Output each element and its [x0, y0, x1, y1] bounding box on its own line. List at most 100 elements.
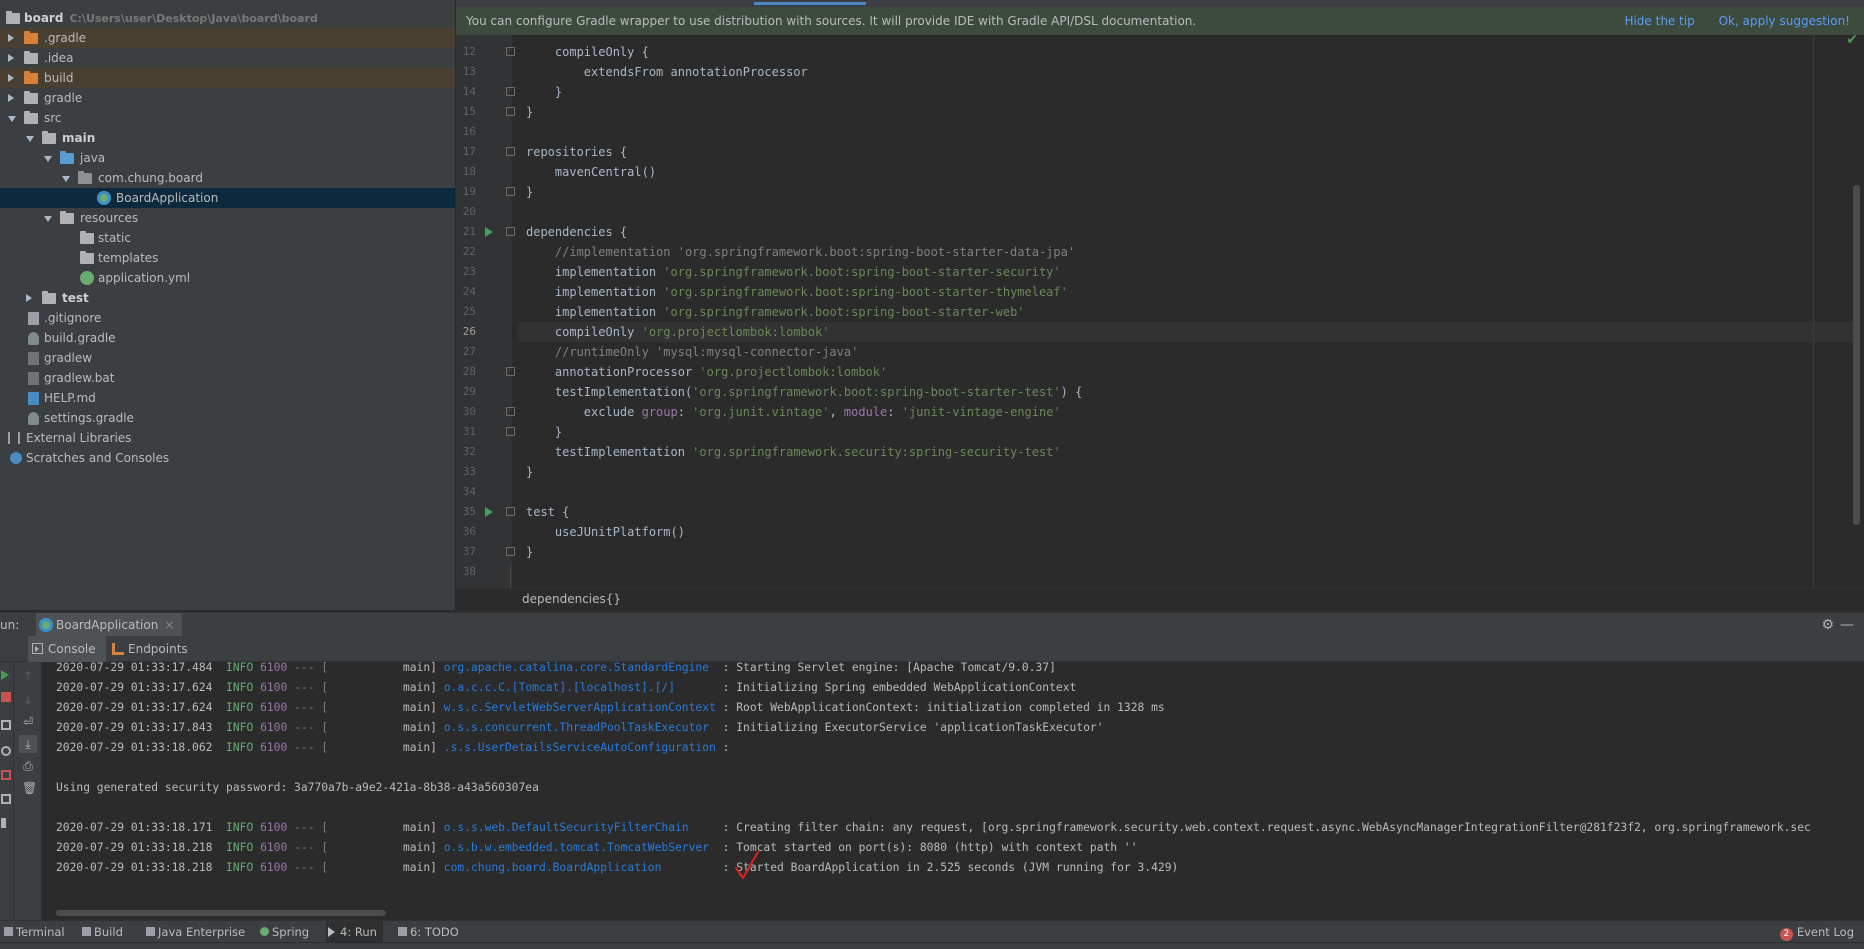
restore-layout-icon[interactable] — [1, 746, 11, 756]
tab-console[interactable]: Console — [28, 636, 106, 662]
terminal-button[interactable]: Terminal — [2, 921, 65, 943]
tree-item-settings-gradle[interactable]: settings.gradle — [0, 408, 455, 428]
collapse-arrow-icon[interactable] — [8, 116, 16, 122]
run-config-tab[interactable]: BoardApplication × — [36, 613, 183, 637]
trash-icon[interactable]: 🗑 — [22, 782, 37, 794]
tree-item-idea[interactable]: .idea — [0, 48, 455, 68]
console-output[interactable]: 2020-07-29 01:33:17.484 INFO 6100 --- [ … — [42, 662, 1864, 912]
code-line: dependencies { — [526, 225, 628, 239]
folder-icon — [24, 51, 38, 64]
tree-item-java[interactable]: java — [0, 148, 455, 168]
fold-icon[interactable] — [506, 147, 515, 156]
tab-console-label: Console — [48, 642, 96, 656]
tree-item-gradle-dir[interactable]: .gradle — [0, 28, 455, 48]
expand-arrow-icon[interactable] — [8, 94, 14, 102]
camera-icon[interactable] — [1, 720, 11, 730]
arrow-down-icon[interactable]: ↓ — [22, 694, 34, 706]
active-tab-indicator[interactable] — [754, 2, 866, 5]
apply-suggestion-link[interactable]: Ok, apply suggestion! — [1719, 14, 1850, 28]
tree-item-gradlew[interactable]: gradlew — [0, 348, 455, 368]
todo-icon — [398, 927, 407, 936]
stop-icon[interactable] — [1, 692, 11, 702]
collapse-arrow-icon[interactable] — [44, 156, 52, 162]
tree-root[interactable]: board C:\Users\user\Desktop\Java\board\bo… — [0, 8, 455, 28]
scroll-to-end-icon[interactable]: ⤓ — [19, 735, 37, 753]
console-horizontal-scrollbar[interactable] — [56, 910, 386, 916]
line-number: 25 — [462, 305, 476, 318]
log-line: 2020-07-29 01:33:17.624 INFO 6100 --- [ … — [56, 681, 1077, 694]
spring-boot-class-icon — [97, 191, 111, 205]
tree-item-templates[interactable]: templates — [0, 248, 455, 268]
tab-endpoints[interactable]: Endpoints — [108, 636, 188, 662]
tree-item-scratches[interactable]: Scratches and Consoles — [0, 448, 455, 468]
tree-item-label: settings.gradle — [44, 411, 134, 425]
run-left-toolbar — [0, 662, 14, 920]
run-button[interactable]: 4: Run — [326, 921, 383, 943]
minimize-icon[interactable]: — — [1840, 613, 1854, 637]
collapse-arrow-icon[interactable] — [62, 176, 70, 182]
expand-arrow-icon[interactable] — [8, 34, 14, 42]
hide-tip-link[interactable]: Hide the tip — [1624, 14, 1694, 28]
run-gutter-icon[interactable] — [485, 507, 493, 517]
tree-item-package[interactable]: com.chung.board — [0, 168, 455, 188]
tree-item-test[interactable]: test — [0, 288, 455, 308]
code-line: implementation 'org.springframework.boot… — [526, 305, 1025, 319]
fold-icon[interactable] — [506, 187, 515, 196]
tree-item-static[interactable]: static — [0, 228, 455, 248]
tree-item-src[interactable]: src — [0, 108, 455, 128]
tree-item-label: application.yml — [98, 271, 191, 285]
right-margin-guide — [1813, 35, 1814, 590]
run-gutter-icon[interactable] — [485, 227, 493, 237]
tree-item-external-libraries[interactable]: External Libraries — [0, 428, 455, 448]
expand-arrow-icon[interactable] — [8, 54, 14, 62]
collapse-arrow-icon[interactable] — [26, 136, 34, 142]
tree-item-application-yml[interactable]: application.yml — [0, 268, 455, 288]
gear-icon[interactable]: ⚙ — [1821, 613, 1834, 637]
arrow-up-icon[interactable]: ↑ — [22, 670, 34, 682]
stop-all-icon[interactable] — [1, 770, 11, 780]
tree-item-boardapplication[interactable]: BoardApplication — [0, 188, 455, 208]
gradle-file-icon — [28, 412, 39, 425]
tree-item-help-md[interactable]: HELP.md — [0, 388, 455, 408]
collapse-arrow-icon[interactable] — [44, 216, 52, 222]
line-number: 18 — [462, 165, 476, 178]
layout-icon[interactable] — [1, 794, 11, 804]
code-line: implementation 'org.springframework.boot… — [526, 265, 1061, 279]
run-subtabs: Console Endpoints — [0, 636, 1864, 662]
print-icon[interactable]: ⎙ — [22, 760, 34, 772]
build-button[interactable]: Build — [80, 921, 123, 943]
tree-item-label: build.gradle — [44, 331, 116, 345]
editor-scrollbar[interactable] — [1853, 185, 1860, 525]
run-config-label: BoardApplication — [56, 618, 159, 632]
tree-item-gitignore[interactable]: .gitignore — [0, 308, 455, 328]
tree-item-resources[interactable]: resources — [0, 208, 455, 228]
tab-endpoints-label: Endpoints — [128, 642, 188, 656]
tree-item-main[interactable]: main — [0, 128, 455, 148]
event-log-button[interactable]: 2 Event Log — [1779, 921, 1854, 943]
run-icon — [328, 927, 335, 937]
fold-icon[interactable] — [506, 47, 515, 56]
fold-icon[interactable] — [506, 547, 515, 556]
fold-icon[interactable] — [506, 227, 515, 236]
tree-item-gradle[interactable]: gradle — [0, 88, 455, 108]
tree-item-build-gradle[interactable]: build.gradle — [0, 328, 455, 348]
expand-arrow-icon[interactable] — [26, 294, 32, 302]
java-enterprise-button[interactable]: Java Enterprise — [144, 921, 245, 943]
fold-icon[interactable] — [506, 427, 515, 436]
fold-icon[interactable] — [506, 87, 515, 96]
tree-item-gradlew-bat[interactable]: gradlew.bat — [0, 368, 455, 388]
fold-icon[interactable] — [506, 107, 515, 116]
editor-breadcrumb[interactable]: dependencies{} — [456, 588, 1864, 610]
pin-icon[interactable] — [1, 818, 11, 828]
fold-icon[interactable] — [506, 367, 515, 376]
expand-arrow-icon[interactable] — [8, 74, 14, 82]
rerun-icon[interactable] — [1, 670, 9, 680]
fold-icon[interactable] — [506, 507, 515, 516]
code-area[interactable]: compileOnly { extendsFrom annotationProc… — [518, 35, 1858, 590]
soft-wrap-icon[interactable]: ⏎ — [22, 716, 34, 728]
close-tab-icon[interactable]: × — [164, 618, 174, 632]
todo-button[interactable]: 6: TODO — [396, 921, 459, 943]
spring-button[interactable]: Spring — [258, 921, 309, 943]
tree-item-build[interactable]: build — [0, 68, 455, 88]
fold-icon[interactable] — [506, 407, 515, 416]
